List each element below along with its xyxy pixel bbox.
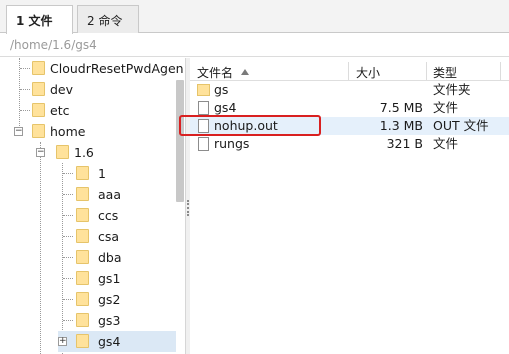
file-row[interactable]: gs 文件夹 [190, 81, 509, 99]
path-text: /home/1.6/gs4 [10, 38, 97, 52]
tree-connector [63, 215, 73, 216]
column-header-name[interactable]: 文件名 [197, 64, 233, 81]
file-type: 文件 [433, 100, 459, 115]
tree-connector [63, 194, 73, 195]
tree-item-etc[interactable]: etc [20, 100, 180, 121]
file-icon [198, 137, 209, 151]
collapse-icon[interactable]: − [36, 148, 45, 157]
file-name: gs [214, 82, 229, 97]
tree-item-aaa[interactable]: aaa [63, 184, 180, 205]
tree-connector [63, 257, 73, 258]
file-name: rungs [214, 136, 250, 151]
tree-item-cloudrresetpwdagent[interactable]: CloudrResetPwdAgen [20, 58, 184, 79]
tab-bar: 1 文件 2 命令 [0, 0, 509, 34]
tree-item-dba[interactable]: dba [63, 247, 180, 268]
tree-item-label: dba [98, 250, 122, 265]
folder-icon [76, 292, 89, 306]
tree-scrollbar-thumb[interactable] [176, 80, 184, 202]
folder-icon [76, 313, 89, 327]
column-header-type[interactable]: 类型 [433, 64, 457, 81]
folder-icon [76, 208, 89, 222]
tab-commands[interactable]: 2 命令 [77, 5, 139, 33]
tree-connector [20, 89, 30, 90]
tree-item-gs2[interactable]: gs2 [63, 289, 180, 310]
tree-connector [63, 278, 73, 279]
tree-item-label: dev [50, 82, 74, 97]
column-header-size[interactable]: 大小 [356, 64, 380, 81]
collapse-icon[interactable]: − [14, 127, 23, 136]
expand-icon[interactable]: + [58, 337, 67, 346]
tree-item-gs4[interactable]: + gs4 [58, 331, 176, 352]
highlight-annotation-box [179, 115, 321, 136]
folder-icon [32, 124, 45, 138]
file-size: 7.5 MB [379, 100, 423, 115]
folder-icon [32, 82, 45, 96]
tree-connector [63, 236, 73, 237]
file-size: 1.3 MB [379, 118, 423, 133]
file-type: 文件夹 [433, 82, 471, 97]
tree-connector [20, 110, 30, 111]
tree-item-label: etc [50, 103, 70, 118]
tree-item-label: 1.6 [74, 145, 94, 160]
folder-icon [197, 84, 210, 96]
tree-item-label: home [50, 124, 86, 139]
tree-item-label: gs3 [98, 313, 121, 328]
tree-item-home[interactable]: − home [10, 121, 180, 142]
file-size: 321 B [386, 136, 423, 151]
tree-connector [20, 68, 30, 69]
tree-connector [63, 299, 73, 300]
tree-item-ccs[interactable]: ccs [63, 205, 180, 226]
file-row[interactable]: rungs 321 B 文件 [190, 135, 509, 153]
tree-item-dev[interactable]: dev [20, 79, 180, 100]
folder-icon [76, 334, 89, 348]
tree-item-gs1[interactable]: gs1 [63, 268, 180, 289]
folder-icon [76, 166, 89, 180]
column-divider[interactable] [426, 62, 427, 80]
tree-item-label: gs1 [98, 271, 121, 286]
file-list-header: 文件名 大小 类型 [190, 61, 509, 81]
tree-item-gs3[interactable]: gs3 [63, 310, 180, 331]
tree-item-label: gs4 [98, 334, 121, 349]
sort-ascending-icon [241, 69, 249, 75]
file-list: 文件名 大小 类型 gs 文件夹 gs4 7.5 MB 文件 nohup.out… [190, 58, 509, 354]
tree-guide-line [40, 142, 41, 354]
folder-icon [76, 187, 89, 201]
column-divider[interactable] [500, 62, 501, 80]
tab-files[interactable]: 1 文件 [6, 5, 73, 34]
folder-icon [56, 145, 69, 159]
tree-connector [63, 173, 73, 174]
path-bar[interactable]: /home/1.6/gs4 [0, 34, 509, 57]
tree-item-label: gs2 [98, 292, 121, 307]
tree-item-label: CloudrResetPwdAgen [50, 61, 184, 76]
column-divider[interactable] [348, 62, 349, 80]
tree-connector [63, 320, 73, 321]
tree-item-label: 1 [98, 166, 106, 181]
splitter-grip-icon[interactable] [187, 200, 189, 216]
tree-item-1[interactable]: 1 [63, 163, 180, 184]
folder-icon [76, 250, 89, 264]
folder-icon [32, 61, 45, 75]
folder-icon [76, 271, 89, 285]
folder-tree: CloudrResetPwdAgen dev etc − home − 1.6 … [0, 58, 186, 354]
tree-item-label: aaa [98, 187, 121, 202]
tree-item-label: ccs [98, 208, 119, 223]
folder-icon [76, 229, 89, 243]
tree-item-label: csa [98, 229, 120, 244]
folder-icon [32, 103, 45, 117]
file-icon [198, 101, 209, 115]
tree-item-1-6[interactable]: − 1.6 [31, 142, 180, 163]
file-type: 文件 [433, 136, 459, 151]
file-type: OUT 文件 [433, 118, 489, 133]
tree-item-csa[interactable]: csa [63, 226, 180, 247]
